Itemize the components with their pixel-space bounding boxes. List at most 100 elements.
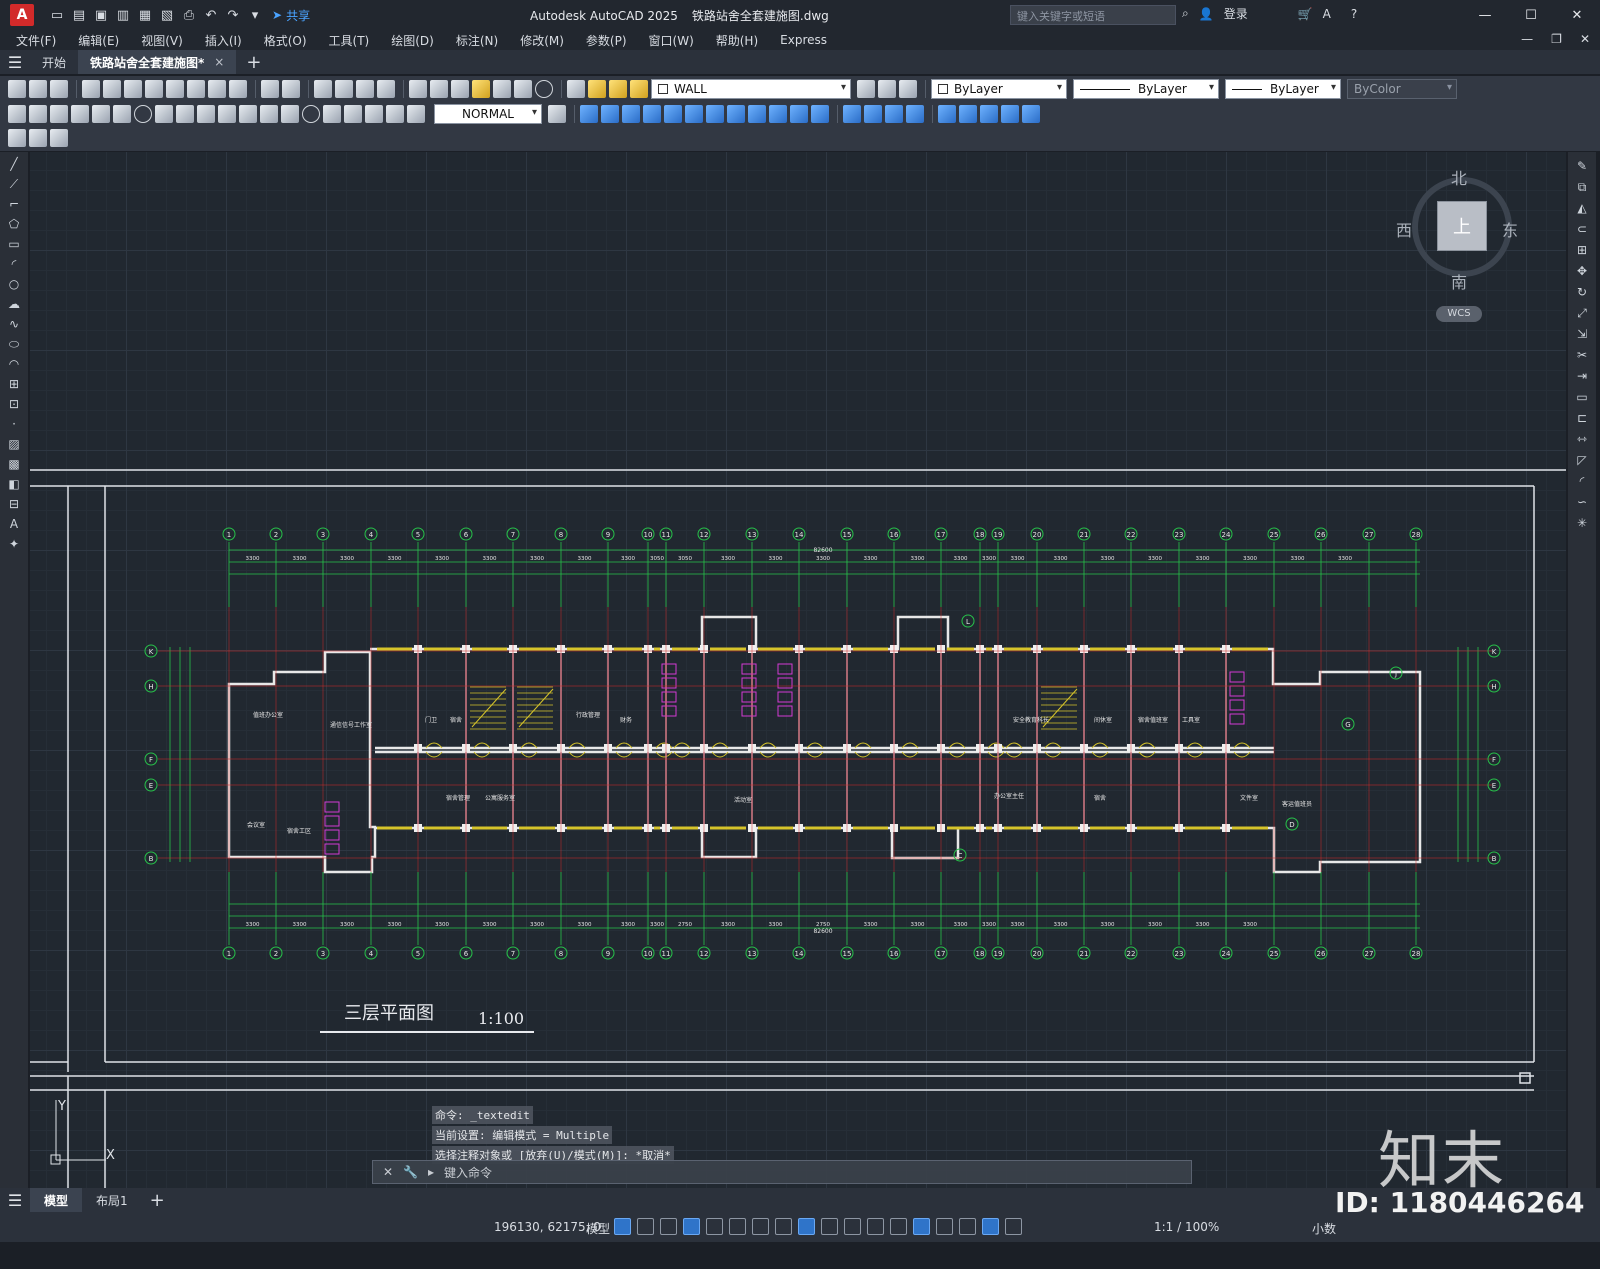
make-block-icon[interactable]: ⊡: [6, 396, 22, 412]
move-icon[interactable]: [685, 105, 703, 123]
extend-icon[interactable]: [790, 105, 808, 123]
dynamic-ucs-icon[interactable]: [913, 1218, 930, 1235]
save-icon[interactable]: ▣: [92, 6, 110, 24]
block-create-icon[interactable]: [959, 105, 977, 123]
gizmo-icon[interactable]: [959, 1218, 976, 1235]
dim-update-icon[interactable]: [407, 105, 425, 123]
menu-view[interactable]: 视图(V): [141, 32, 183, 49]
command-input[interactable]: 键入命令: [444, 1164, 492, 1181]
menu-modify[interactable]: 修改(M): [520, 32, 564, 49]
hatch-draw-icon[interactable]: ▨: [6, 436, 22, 452]
join-icon[interactable]: [906, 105, 924, 123]
layer-states-icon[interactable]: [899, 80, 917, 98]
linetype-dropdown[interactable]: ByLayer ▾: [1073, 79, 1219, 99]
layer-dropdown[interactable]: WALL ▾: [651, 79, 851, 99]
mirror-icon[interactable]: [622, 105, 640, 123]
redo-icon[interactable]: [282, 80, 300, 98]
offset-icon[interactable]: [643, 105, 661, 123]
properties-icon[interactable]: [409, 80, 427, 98]
dim-text-edit-icon[interactable]: [386, 105, 404, 123]
selection-filter-icon[interactable]: [936, 1218, 953, 1235]
line-icon[interactable]: ╱: [6, 156, 22, 172]
stretch-icon[interactable]: [748, 105, 766, 123]
user-icon[interactable]: 👤: [1199, 7, 1214, 21]
rotate-tool-icon[interactable]: ↻: [1574, 284, 1590, 300]
layer-on-icon[interactable]: [588, 80, 606, 98]
compass-west[interactable]: 西: [1396, 217, 1412, 241]
region-draw-icon[interactable]: ◧: [6, 476, 22, 492]
open-icon[interactable]: [29, 80, 47, 98]
viewcube[interactable]: 上 北 南 西 东: [1396, 165, 1522, 295]
construction-line-icon[interactable]: ⟋: [6, 176, 22, 192]
add-layout-button[interactable]: +: [150, 1190, 165, 1211]
trim-tool-icon[interactable]: ✂: [1574, 347, 1590, 363]
layer-freeze-icon[interactable]: [609, 80, 627, 98]
array-icon[interactable]: [664, 105, 682, 123]
help-button[interactable]: ?: [1351, 7, 1357, 21]
menu-express[interactable]: Express: [780, 33, 827, 47]
redo-icon[interactable]: ↷: [224, 6, 242, 24]
lineweight-dropdown[interactable]: ByLayer ▾: [1225, 79, 1341, 99]
jogged-linear-icon[interactable]: [344, 105, 362, 123]
jogged-dim-icon[interactable]: [113, 105, 131, 123]
sync-attributes-icon[interactable]: [50, 129, 68, 147]
explode-tool-icon[interactable]: ✳: [1574, 515, 1590, 531]
baseline-dim-icon[interactable]: [197, 105, 215, 123]
model-space-button[interactable]: 模型: [586, 1220, 610, 1237]
break-tool-icon[interactable]: ⊏: [1574, 410, 1590, 426]
menu-draw[interactable]: 绘图(D): [391, 32, 434, 49]
share-button[interactable]: ➤ 共享: [272, 7, 310, 24]
revcloud-icon[interactable]: ☁: [6, 296, 22, 312]
menu-icon[interactable]: ☰: [0, 53, 30, 72]
erase-icon[interactable]: [580, 105, 598, 123]
search-icon[interactable]: ⌕: [1182, 6, 1189, 21]
copy-object-icon[interactable]: [601, 105, 619, 123]
infer-constraints-icon[interactable]: [660, 1218, 677, 1235]
grid-toggle-icon[interactable]: [614, 1218, 631, 1235]
match-properties-icon[interactable]: [208, 80, 226, 98]
add-selected-icon[interactable]: ✦: [6, 536, 22, 552]
annotation-visibility-icon[interactable]: [982, 1218, 999, 1235]
cart-icon[interactable]: 🛒: [1298, 7, 1313, 21]
chamfer-icon[interactable]: [843, 105, 861, 123]
ellipse-arc-icon[interactable]: ◠: [6, 356, 22, 372]
chamfer-tool-icon[interactable]: ◸: [1574, 452, 1590, 468]
erase-tool-icon[interactable]: ✎: [1574, 158, 1590, 174]
maximize-button[interactable]: ☐: [1508, 0, 1554, 30]
close-icon[interactable]: ✕: [383, 1165, 393, 1179]
mtext-icon[interactable]: A: [6, 516, 22, 532]
array-tool-icon[interactable]: ⊞: [1574, 242, 1590, 258]
point-draw-icon[interactable]: ·: [6, 416, 22, 432]
object-snap-icon[interactable]: [798, 1218, 815, 1235]
block-editor-icon[interactable]: [229, 80, 247, 98]
login-button[interactable]: 登录: [1224, 5, 1248, 22]
save-icon[interactable]: [50, 80, 68, 98]
zoom-previous-icon[interactable]: [377, 80, 395, 98]
layout-menu-icon[interactable]: ☰: [0, 1191, 30, 1210]
table-icon[interactable]: ⊟: [6, 496, 22, 512]
drawing-canvas[interactable]: Y X 82600 82600 3300 3300 3300 3300 3300 3300 33…: [30, 152, 1566, 1188]
fillet-icon[interactable]: [864, 105, 882, 123]
pan-icon[interactable]: [314, 80, 332, 98]
dimstyle-manager-icon[interactable]: [548, 105, 566, 123]
insert-block-icon[interactable]: ⊞: [6, 376, 22, 392]
attribute-edit-icon[interactable]: [8, 129, 26, 147]
diameter-dim-icon[interactable]: [134, 105, 152, 123]
object-snap-tracking-icon[interactable]: [775, 1218, 792, 1235]
zoom-window-icon[interactable]: [356, 80, 374, 98]
linear-dim-icon[interactable]: [8, 105, 26, 123]
move-tool-icon[interactable]: ✥: [1574, 263, 1590, 279]
menu-window[interactable]: 窗口(W): [649, 32, 694, 49]
new-tab-button[interactable]: +: [246, 52, 261, 73]
lineweight-toggle-icon[interactable]: [821, 1218, 838, 1235]
dim-break-icon[interactable]: [260, 105, 278, 123]
dim-edit-icon[interactable]: [365, 105, 383, 123]
menu-insert[interactable]: 插入(I): [205, 32, 242, 49]
open-file-icon[interactable]: ▤: [70, 6, 88, 24]
angular-dim-icon[interactable]: [155, 105, 173, 123]
compass-south[interactable]: 南: [1451, 269, 1467, 293]
plot-icon[interactable]: [82, 80, 100, 98]
save-as-icon[interactable]: ▥: [114, 6, 132, 24]
quick-dim-icon[interactable]: [176, 105, 194, 123]
undo-icon[interactable]: [261, 80, 279, 98]
